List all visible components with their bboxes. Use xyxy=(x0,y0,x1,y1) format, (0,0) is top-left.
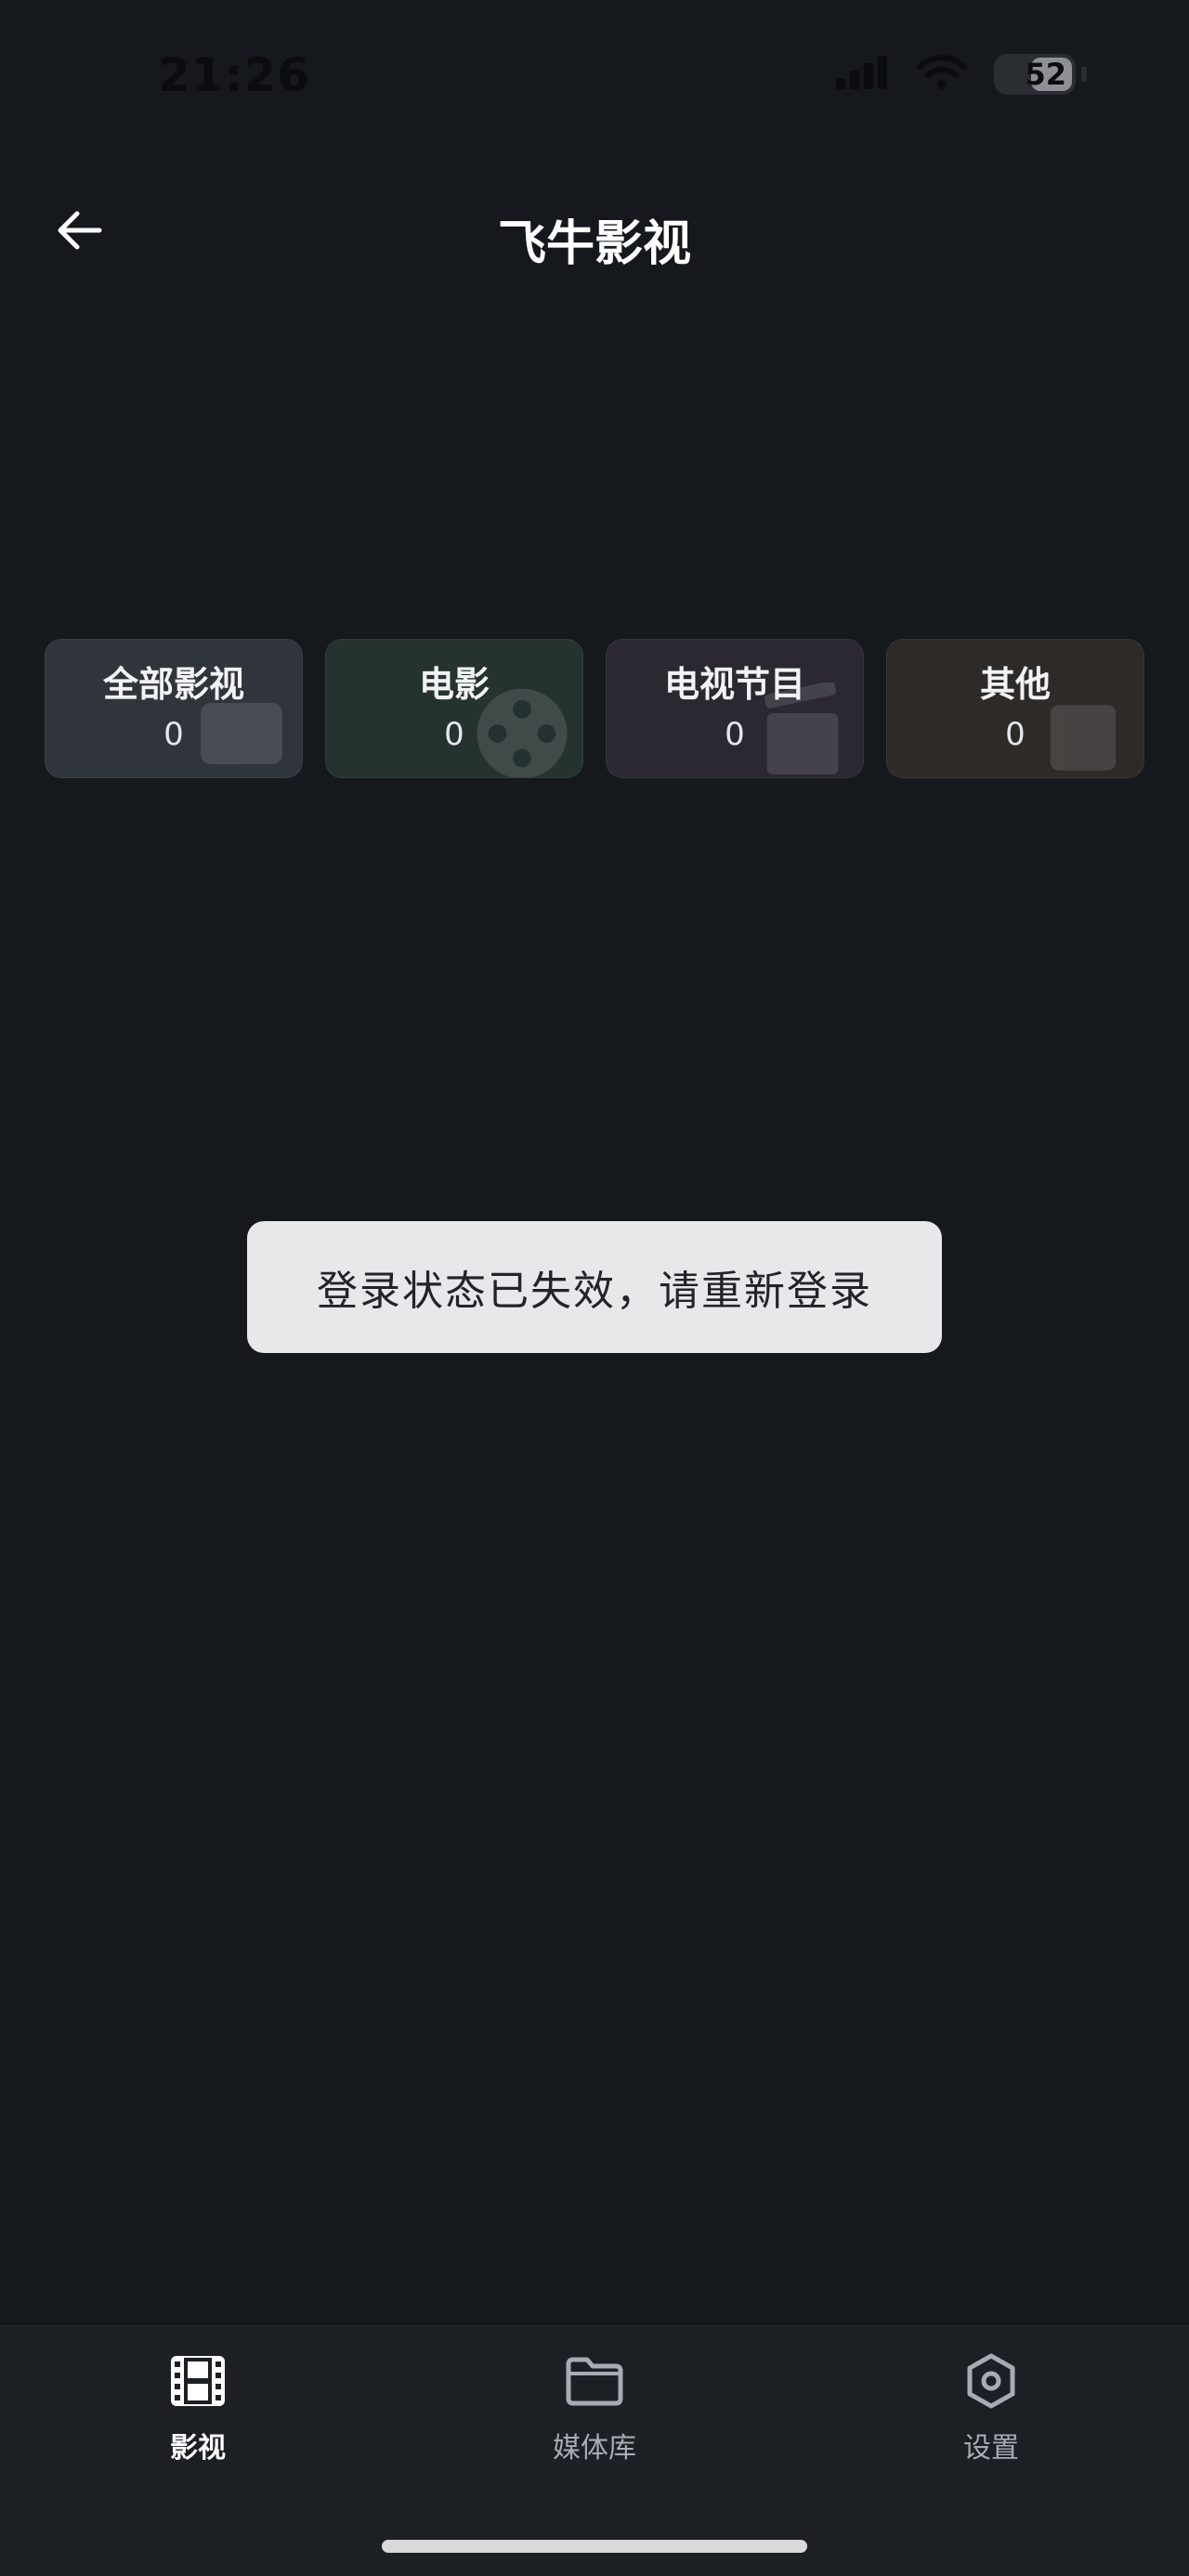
nav-label: 影视 xyxy=(170,2432,226,2465)
header: 飞牛影视 xyxy=(0,176,1189,297)
status-time: 21:26 xyxy=(158,48,311,102)
nav-item-videos[interactable]: 影视 xyxy=(105,2350,291,2490)
nav-label: 设置 xyxy=(963,2432,1019,2465)
category-count: 0 xyxy=(163,715,184,753)
category-card-other[interactable]: 其他 0 xyxy=(886,639,1144,778)
page-title: 飞牛影视 xyxy=(497,216,691,272)
category-card-tv-shows[interactable]: 电视节目 0 xyxy=(606,639,864,778)
app-screen: 21:26 52 飞牛影视 全部影视 0 电影 0 电视节目 0 其他 0 登录… xyxy=(0,0,1189,2576)
category-name: 全部影视 xyxy=(102,664,244,706)
home-indicator[interactable] xyxy=(382,2540,807,2553)
category-name: 其他 xyxy=(979,664,1051,706)
category-count: 0 xyxy=(444,715,464,753)
wifi-icon xyxy=(916,54,968,95)
battery-level: 52 xyxy=(1025,57,1066,92)
category-count: 0 xyxy=(725,715,745,753)
nav-item-settings[interactable]: 设置 xyxy=(898,2350,1084,2490)
toast-message: 登录状态已失效，请重新登录 xyxy=(247,1221,942,1353)
nav-label: 媒体库 xyxy=(553,2432,636,2465)
gear-icon xyxy=(960,2350,1022,2412)
status-icons: 52 xyxy=(834,54,1087,95)
status-bar: 21:26 52 xyxy=(0,0,1189,158)
nav-item-media-library[interactable]: 媒体库 xyxy=(502,2350,687,2490)
battery-indicator: 52 xyxy=(994,54,1076,95)
category-name: 电视节目 xyxy=(663,664,805,706)
toast-text: 登录状态已失效，请重新登录 xyxy=(317,1268,872,1315)
category-card-all[interactable]: 全部影视 0 xyxy=(45,639,303,778)
category-card-movies[interactable]: 电影 0 xyxy=(325,639,583,778)
bottom-nav: 影视 媒体库 设置 xyxy=(0,2325,1189,2576)
cellular-signal-icon xyxy=(834,54,890,95)
folder-icon xyxy=(564,2350,625,2412)
category-count: 0 xyxy=(1005,715,1026,753)
film-icon xyxy=(167,2350,229,2412)
category-name: 电影 xyxy=(418,664,490,706)
category-list: 全部影视 0 电影 0 电视节目 0 其他 0 xyxy=(45,639,1144,778)
